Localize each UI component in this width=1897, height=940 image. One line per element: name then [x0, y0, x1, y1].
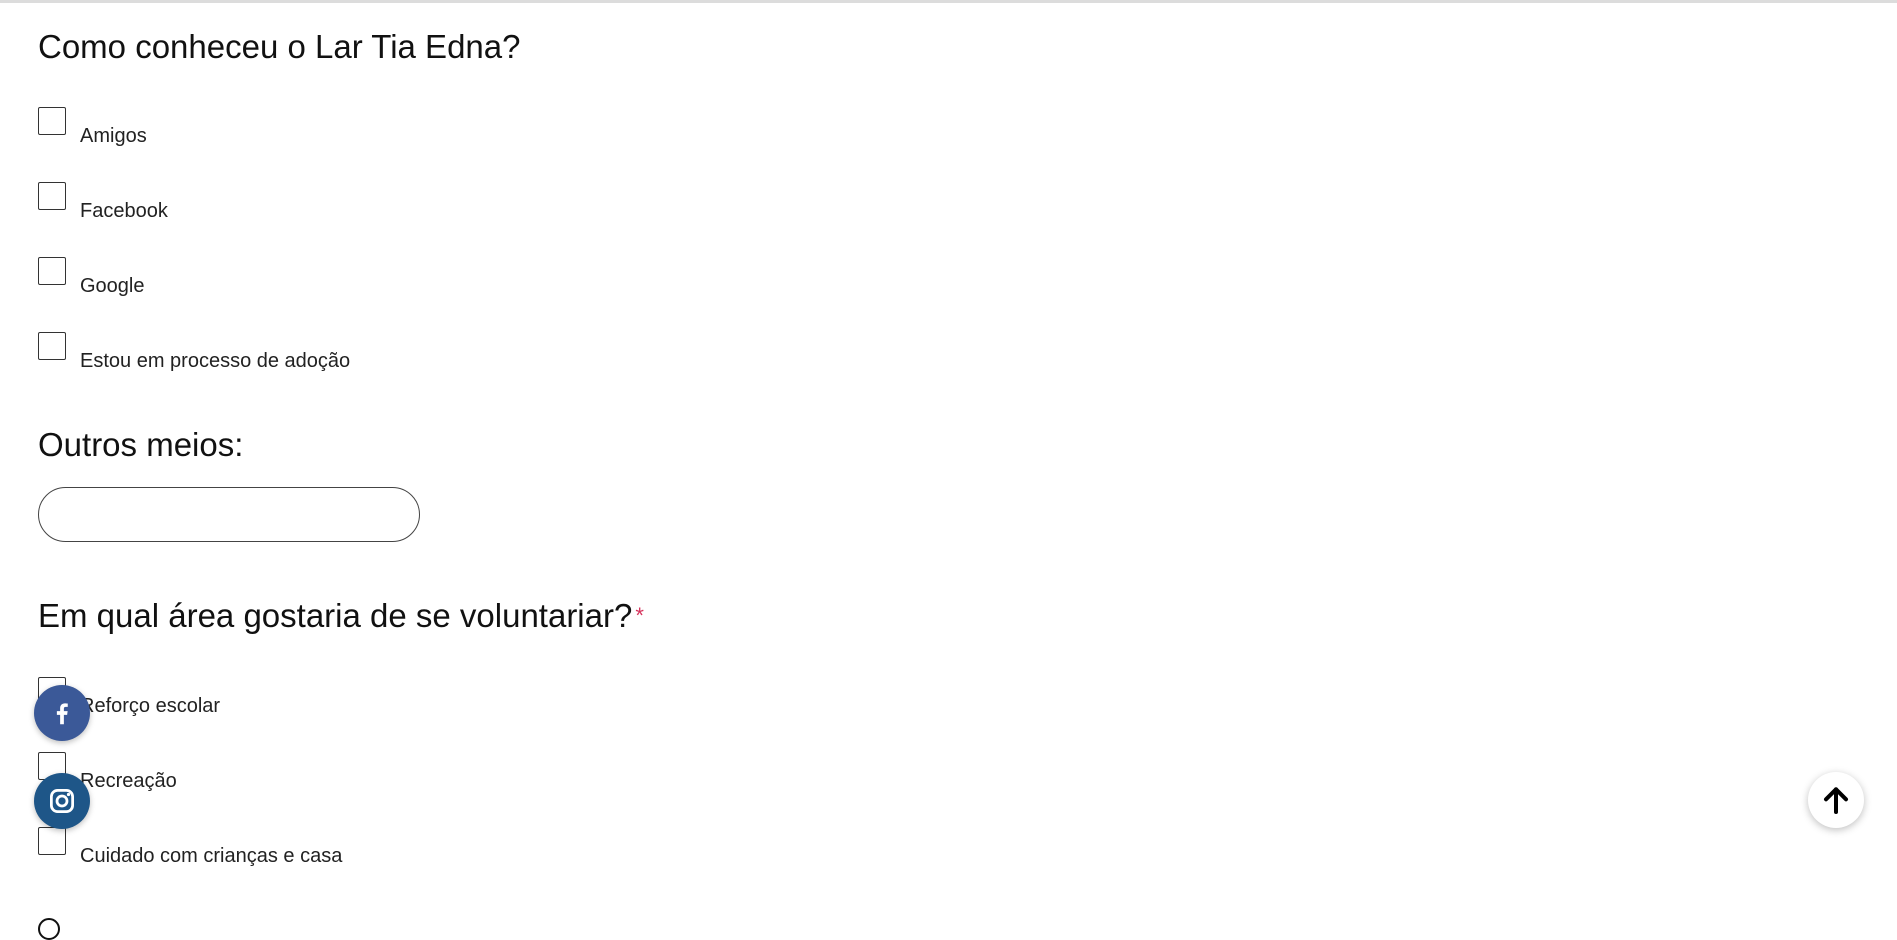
checkbox-google[interactable]	[38, 257, 66, 285]
question-title-other: Outros meios:	[38, 426, 244, 463]
option-google[interactable]: Google	[38, 257, 145, 297]
option-label: Facebook	[80, 200, 168, 222]
facebook-button[interactable]	[34, 685, 90, 741]
required-mark: *	[635, 603, 644, 628]
instagram-icon	[50, 789, 74, 813]
question-title-how-found: Como conheceu o Lar Tia Edna?	[38, 28, 521, 65]
question-title-area-text: Em qual área gostaria de se voluntariar?	[38, 597, 633, 634]
option-adocao[interactable]: Estou em processo de adoção	[38, 332, 350, 372]
arrow-up-icon	[1824, 787, 1848, 814]
option-label: Cuidado com crianças e casa	[80, 845, 343, 867]
top-divider	[0, 0, 1897, 3]
checkbox-facebook[interactable]	[38, 182, 66, 210]
option-label: Amigos	[80, 125, 147, 147]
question-title-area: Em qual área gostaria de se voluntariar?…	[38, 597, 644, 635]
checkbox-cuidado[interactable]	[38, 827, 66, 855]
checkbox-amigos[interactable]	[38, 107, 66, 135]
option-label: Reforço escolar	[80, 695, 221, 717]
other-means-input[interactable]	[38, 487, 420, 542]
option-facebook[interactable]: Facebook	[38, 182, 168, 222]
scroll-to-top-button[interactable]	[1808, 772, 1864, 828]
instagram-button[interactable]	[34, 773, 90, 829]
option-label: Google	[80, 275, 145, 297]
option-label: Estou em processo de adoção	[80, 350, 351, 372]
option-label: Recreação	[80, 770, 177, 792]
facebook-icon	[56, 703, 68, 725]
option-cuidado[interactable]: Cuidado com crianças e casa	[38, 827, 342, 867]
option-amigos[interactable]: Amigos	[38, 107, 147, 147]
next-question-partial	[38, 918, 60, 940]
checkbox-adocao[interactable]	[38, 332, 66, 360]
